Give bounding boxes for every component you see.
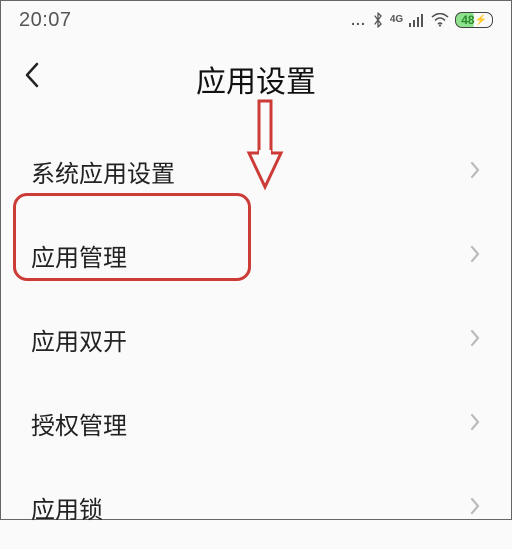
list-item-label: 应用锁 — [31, 490, 103, 525]
battery-icon: 48⚡ — [455, 12, 493, 28]
list-item-app-clone[interactable]: 应用双开 — [9, 297, 503, 381]
status-indicators: ... 4G 48⚡ — [351, 12, 493, 28]
status-time: 20:07 — [19, 9, 72, 32]
settings-list: 系统应用设置 应用管理 应用双开 授权管理 应用锁 — [1, 129, 511, 549]
status-bar: 20:07 ... 4G 48⚡ — [1, 1, 511, 39]
list-item-permissions[interactable]: 授权管理 — [9, 381, 503, 465]
page-header: 应用设置 — [1, 39, 511, 129]
wifi-icon — [431, 13, 449, 27]
list-item-system-app-settings[interactable]: 系统应用设置 — [9, 129, 503, 213]
list-item-label: 应用双开 — [31, 322, 127, 357]
signal-bars-icon — [409, 13, 425, 27]
chevron-right-icon — [469, 324, 481, 355]
chevron-right-icon — [469, 240, 481, 271]
list-item-label: 系统应用设置 — [31, 154, 175, 189]
chevron-right-icon — [469, 156, 481, 187]
more-icon: ... — [351, 12, 366, 28]
chevron-right-icon — [469, 408, 481, 439]
bluetooth-icon — [372, 12, 384, 28]
page-title: 应用设置 — [23, 57, 489, 101]
signal-4g-icon: 4G — [390, 15, 403, 25]
chevron-right-icon — [469, 492, 481, 523]
list-item-label: 应用管理 — [31, 238, 127, 273]
list-item-app-lock[interactable]: 应用锁 — [9, 465, 503, 549]
list-item-label: 授权管理 — [31, 406, 127, 441]
list-item-app-management[interactable]: 应用管理 — [9, 213, 503, 297]
